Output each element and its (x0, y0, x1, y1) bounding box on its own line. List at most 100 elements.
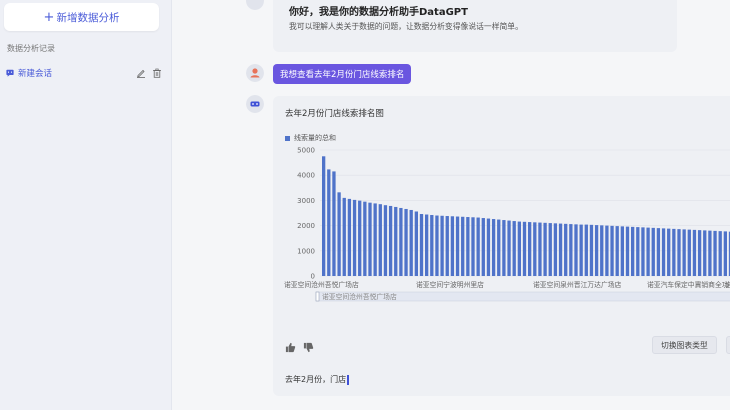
chart-bar (533, 222, 537, 276)
chart-bar (538, 222, 542, 276)
conversation-label: 新建会话 (18, 69, 53, 79)
chart-bar (491, 219, 496, 276)
y-tick-label: 1000 (297, 247, 315, 255)
history-section-title: 数据分析记录 (7, 44, 55, 53)
trash-icon[interactable] (152, 68, 162, 78)
chart-bar (615, 226, 619, 276)
chart-bar (718, 231, 722, 276)
chart-bar (342, 197, 346, 276)
y-tick-label: 4000 (297, 172, 315, 180)
chart-bar (641, 227, 645, 276)
chart-bar (352, 199, 357, 276)
chart-bar (636, 227, 640, 276)
y-tick-label: 3000 (297, 197, 315, 205)
chart-bar (667, 228, 671, 276)
chart-bar (455, 216, 460, 276)
chart-bar (548, 223, 552, 276)
switch-chart-type-button[interactable]: 切换图表类型 (652, 336, 717, 354)
greeting-subtitle: 我可以理解人类关于数据的问题，让数据分析变得像说话一样简单。 (289, 22, 523, 31)
chart-bar (558, 223, 563, 276)
new-analysis-button[interactable]: + 新增数据分析 (4, 3, 159, 31)
chart-bar (486, 218, 491, 276)
chart-bar (440, 215, 444, 276)
chart-bar (481, 218, 485, 276)
chart-bar (388, 205, 393, 276)
chart-bar (450, 216, 455, 276)
chart-bar (661, 228, 666, 276)
chart-bar (337, 192, 341, 276)
chart-bar (394, 206, 398, 276)
chart-bar (430, 215, 434, 276)
edit-icon[interactable] (136, 68, 146, 78)
chart-bar (631, 226, 635, 276)
chart-bar (564, 223, 568, 276)
chat-area: 你好，我是你的数据分析助手DataGPT 我可以理解人类关于数据的问题，让数据分… (172, 0, 730, 410)
chart-bar (419, 214, 424, 276)
chart-bar (399, 207, 403, 276)
greeting-title: 你好，我是你的数据分析助手DataGPT (289, 7, 468, 18)
chart-answer-card: 去年2月份门店线索排名图 线索量的总和 0 1000 2000 3000 4000 500… (273, 96, 730, 396)
thumb-down-icon[interactable] (303, 342, 314, 353)
app-window: + 新增数据分析 数据分析记录 新建会话 你好，我是你的数据分析助手DataGP… (0, 0, 730, 410)
chart-bar (368, 202, 372, 276)
chart-bar (461, 216, 465, 276)
x-tick-label: 诺亚汽车保定中冀销商全功 (647, 280, 729, 289)
chart-bar (687, 229, 691, 276)
chart-bar (378, 204, 382, 276)
chart-bar (610, 225, 614, 276)
x-tick-label: 诺亚空间沧州吾悦广场店 (284, 280, 359, 289)
chart-bar (435, 215, 439, 276)
chart-bar (589, 224, 594, 276)
x-tick-label: 诺亚空间泉州晋江万达广场店 (533, 280, 622, 289)
chart-bar (708, 230, 712, 276)
chart-bar (692, 229, 697, 276)
sidebar: + 新增数据分析 数据分析记录 新建会话 (0, 0, 172, 410)
chart-bar (682, 229, 686, 276)
chart-bar (594, 225, 599, 276)
chart-bar (445, 216, 449, 276)
bot-avatar-icon (246, 0, 264, 10)
chart-bar (528, 222, 532, 276)
chart-bar (497, 219, 501, 276)
chart-bar (517, 221, 521, 276)
chart-bar (584, 224, 588, 276)
chart-bar (579, 224, 583, 276)
chart-bar (574, 224, 578, 276)
conversation-item[interactable]: 新建会话 (0, 63, 170, 83)
chart-bar (476, 217, 480, 276)
chart-bar (404, 208, 408, 276)
chart-bar (507, 220, 511, 276)
zoom-slider-handle (315, 291, 320, 302)
chat-icon (6, 69, 14, 77)
chart-bar (383, 205, 388, 276)
chart-bar (358, 200, 362, 276)
chart-bar (512, 221, 516, 276)
chart-bar (553, 223, 558, 276)
chart-bar (332, 171, 336, 276)
x-tick-label: 诺亚空间宁波明州里店 (416, 280, 484, 289)
text-caret (347, 374, 349, 385)
chart-bar (363, 201, 367, 276)
chart-bar (569, 224, 573, 276)
chart-bar (656, 228, 661, 276)
chart-bar (677, 229, 681, 276)
x-tick-label: 诺亚汽车 (725, 280, 730, 289)
chart-bar (322, 156, 326, 276)
new-analysis-label: 新增数据分析 (56, 11, 120, 24)
chart-bar (600, 225, 604, 276)
chart-bar (543, 222, 547, 276)
chat-input-text: 去年2月份，门店 (285, 375, 347, 384)
chart-bar (373, 203, 377, 276)
bar-chart: 0 1000 2000 3000 4000 5000 诺亚空间沧州吾悦广场店 诺亚空间宁波明州… (284, 147, 730, 302)
chat-input[interactable]: 去年2月份，门店 (285, 374, 349, 385)
chart-bar (697, 230, 702, 276)
plus-icon: + (43, 9, 55, 25)
legend-swatch (285, 135, 290, 141)
chart-bar (466, 217, 470, 276)
thumb-up-icon[interactable] (285, 342, 296, 353)
extra-action-button[interactable] (726, 336, 730, 354)
chart-bar (625, 226, 630, 276)
chart-bar (605, 225, 609, 276)
y-tick-label: 2000 (297, 222, 315, 230)
chart-bar (471, 217, 475, 276)
